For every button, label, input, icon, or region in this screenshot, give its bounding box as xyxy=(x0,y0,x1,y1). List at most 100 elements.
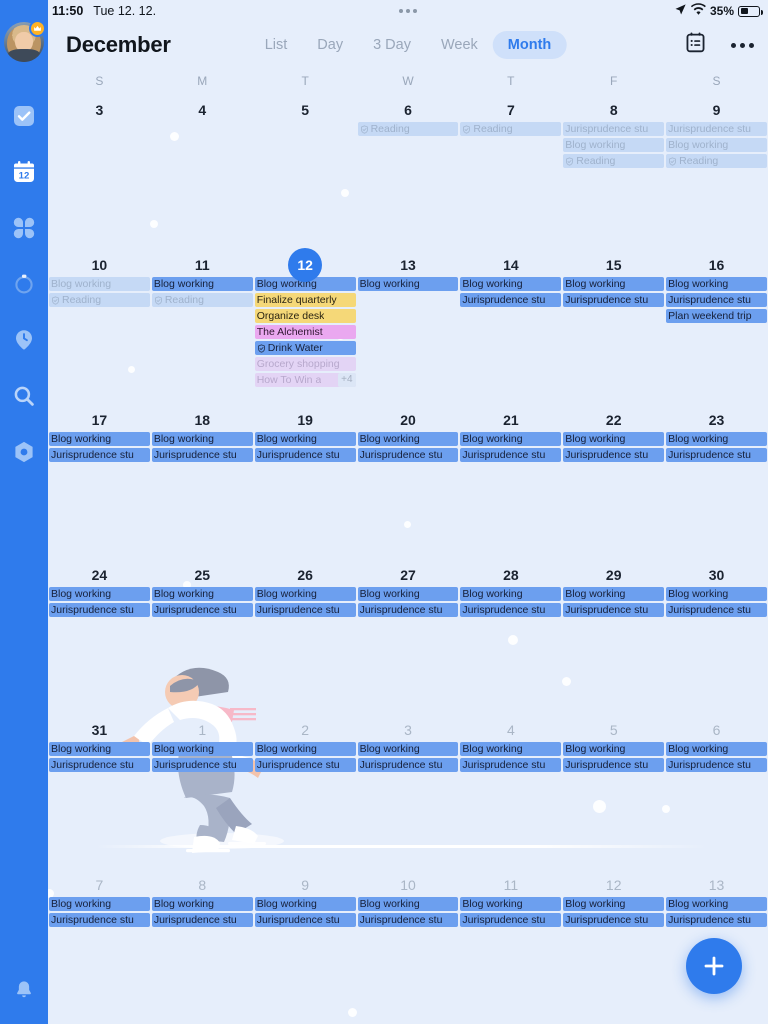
calendar-event[interactable]: Blog working xyxy=(254,742,356,756)
calendar-event[interactable]: Jurisprudence stu xyxy=(357,603,459,617)
calendar-event[interactable]: Blog working xyxy=(49,897,150,911)
calendar-event[interactable]: Jurisprudence stu xyxy=(460,293,562,307)
calendar-event[interactable]: Jurisprudence stu xyxy=(666,603,767,617)
calendar-day-cell[interactable]: 25 Blog working Jurisprudence stu xyxy=(151,559,254,714)
add-event-button[interactable] xyxy=(686,938,742,994)
calendar-event[interactable]: Jurisprudence stu xyxy=(563,603,665,617)
calendar-event[interactable]: Jurisprudence stu xyxy=(666,758,767,772)
calendar-day-cell[interactable]: 11 Blog working Reading xyxy=(151,249,254,404)
calendar-day-cell[interactable]: 9 Blog working Jurisprudence stu xyxy=(254,869,357,1024)
sidebar-item-habit[interactable] xyxy=(0,312,48,368)
calendar-event[interactable]: Blog working xyxy=(357,742,459,756)
calendar-event[interactable]: Blog working xyxy=(666,587,767,601)
calendar-event[interactable]: Blog working xyxy=(460,897,562,911)
calendar-event[interactable]: Reading xyxy=(460,122,562,136)
calendar-day-cell[interactable]: 12 Blog working Jurisprudence stu xyxy=(562,869,665,1024)
sidebar-item-tasks[interactable] xyxy=(0,88,48,144)
calendar-day-cell[interactable]: 14 Blog working Jurisprudence stu xyxy=(459,249,562,404)
calendar-day-cell[interactable]: 6 Blog working Jurisprudence stu xyxy=(665,714,768,869)
calendar-event[interactable]: Jurisprudence stu xyxy=(254,448,356,462)
calendar-event[interactable]: Blog working xyxy=(666,138,767,152)
calendar-event[interactable]: Jurisprudence stu xyxy=(357,448,459,462)
calendar-event[interactable]: Blog working xyxy=(460,277,562,291)
calendar-event[interactable]: Jurisprudence stu xyxy=(49,758,150,772)
calendar-day-cell[interactable]: 4 Blog working Jurisprudence stu xyxy=(459,714,562,869)
avatar[interactable] xyxy=(4,20,46,62)
calendar-event[interactable]: Organize desk xyxy=(254,309,356,323)
calendar-event[interactable]: Blog working xyxy=(563,432,665,446)
calendar-day-cell[interactable]: 27 Blog working Jurisprudence stu xyxy=(357,559,460,714)
calendar-event[interactable]: Reading xyxy=(151,293,253,307)
calendar-day-cell[interactable]: 24 Blog working Jurisprudence stu xyxy=(48,559,151,714)
sidebar-item-matrix[interactable] xyxy=(0,200,48,256)
calendar-event[interactable]: Blog working xyxy=(666,432,767,446)
calendar-event[interactable]: Jurisprudence stu xyxy=(151,603,253,617)
calendar-day-cell[interactable]: 2 Blog working Jurisprudence stu xyxy=(254,714,357,869)
calendar-event[interactable]: Blog working xyxy=(49,742,150,756)
calendar-event[interactable]: Blog working xyxy=(357,587,459,601)
calendar-event[interactable]: Plan weekend trip xyxy=(666,309,767,323)
calendar-event[interactable]: Jurisprudence stu xyxy=(151,913,253,927)
calendar-event[interactable]: Jurisprudence stu xyxy=(49,448,150,462)
calendar-day-cell[interactable]: 15 Blog working Jurisprudence stu xyxy=(562,249,665,404)
calendar-day-cell[interactable]: 26 Blog working Jurisprudence stu xyxy=(254,559,357,714)
calendar-event[interactable]: Blog working xyxy=(151,432,253,446)
tab-list[interactable]: List xyxy=(250,31,303,59)
calendar-event[interactable]: Jurisprudence stu xyxy=(151,448,253,462)
calendar-event[interactable]: Jurisprudence stu xyxy=(666,122,767,136)
calendar-event[interactable]: Jurisprudence stu xyxy=(563,758,665,772)
calendar-event[interactable]: Blog working xyxy=(49,277,150,291)
calendar-event[interactable]: Blog working xyxy=(254,897,356,911)
calendar-event[interactable]: Blog working xyxy=(666,742,767,756)
calendar-event[interactable]: Jurisprudence stu xyxy=(254,758,356,772)
calendar-day-cell[interactable]: 7 Blog working Jurisprudence stu xyxy=(48,869,151,1024)
calendar-event[interactable]: Jurisprudence stu xyxy=(666,293,767,307)
calendar-event[interactable]: Jurisprudence stu xyxy=(49,913,150,927)
calendar-event[interactable]: Jurisprudence stu xyxy=(666,448,767,462)
calendar-day-cell[interactable]: 11 Blog working Jurisprudence stu xyxy=(459,869,562,1024)
calendar-event[interactable]: Blog working xyxy=(666,897,767,911)
sidebar-item-notifications[interactable] xyxy=(0,972,48,1012)
tab-week[interactable]: Week xyxy=(426,31,493,59)
calendar-event[interactable]: Blog working xyxy=(151,277,253,291)
calendar-event[interactable]: Blog working xyxy=(563,897,665,911)
calendar-day-cell[interactable]: 30 Blog working Jurisprudence stu xyxy=(665,559,768,714)
sidebar-item-search[interactable] xyxy=(0,368,48,424)
calendar-event[interactable]: Jurisprudence stu xyxy=(151,758,253,772)
calendar-event[interactable]: Blog working xyxy=(357,277,459,291)
calendar-event[interactable]: Blog working xyxy=(151,742,253,756)
calendar-day-cell[interactable]: 8 Blog working Jurisprudence stu xyxy=(151,869,254,1024)
calendar-event[interactable]: Jurisprudence stu xyxy=(254,603,356,617)
calendar-day-cell[interactable]: 7 Reading xyxy=(459,94,562,249)
calendar-day-cell[interactable]: 22 Blog working Jurisprudence stu xyxy=(562,404,665,559)
calendar-event[interactable]: Blog working xyxy=(357,897,459,911)
calendar-day-cell[interactable]: 16 Blog working Jurisprudence stu Plan week… xyxy=(665,249,768,404)
calendar-event[interactable]: Blog working xyxy=(666,277,767,291)
calendar-event[interactable]: Jurisprudence stu xyxy=(563,293,665,307)
calendar-day-cell[interactable]: 13 Blog working xyxy=(357,249,460,404)
event-overflow-count[interactable]: +4 xyxy=(338,373,356,387)
calendar-event[interactable]: Blog working xyxy=(563,587,665,601)
calendar-event[interactable]: Blog working xyxy=(49,432,150,446)
calendar-event[interactable]: Jurisprudence stu xyxy=(460,448,562,462)
calendar-event[interactable]: Blog working xyxy=(357,432,459,446)
more-horizontal-icon[interactable] xyxy=(731,42,754,48)
calendar-event[interactable]: Grocery shopping xyxy=(254,357,356,371)
calendar-event[interactable]: Blog working xyxy=(460,587,562,601)
calendar-event[interactable]: How To Win a +4 xyxy=(254,373,356,387)
calendar-day-cell[interactable]: 8 Jurisprudence stu Blog working Reading xyxy=(562,94,665,249)
calendar-event[interactable]: Jurisprudence stu xyxy=(563,913,665,927)
calendar-day-cell[interactable]: 21 Blog working Jurisprudence stu xyxy=(459,404,562,559)
tab-3day[interactable]: 3 Day xyxy=(358,31,426,59)
calendar-day-cell[interactable]: 20 Blog working Jurisprudence stu xyxy=(357,404,460,559)
calendar-day-cell[interactable]: 29 Blog working Jurisprudence stu xyxy=(562,559,665,714)
calendar-event[interactable]: Reading xyxy=(49,293,150,307)
calendar-event[interactable]: Reading xyxy=(563,154,665,168)
calendar-event[interactable]: Blog working xyxy=(563,277,665,291)
calendar-event[interactable]: Jurisprudence stu xyxy=(460,603,562,617)
calendar-event[interactable]: Jurisprudence stu xyxy=(666,913,767,927)
tab-day[interactable]: Day xyxy=(302,31,358,59)
calendar-day-cell[interactable]: 10 Blog working Jurisprudence stu xyxy=(357,869,460,1024)
sidebar-item-settings[interactable] xyxy=(0,424,48,480)
calendar-event[interactable]: Blog working xyxy=(460,742,562,756)
